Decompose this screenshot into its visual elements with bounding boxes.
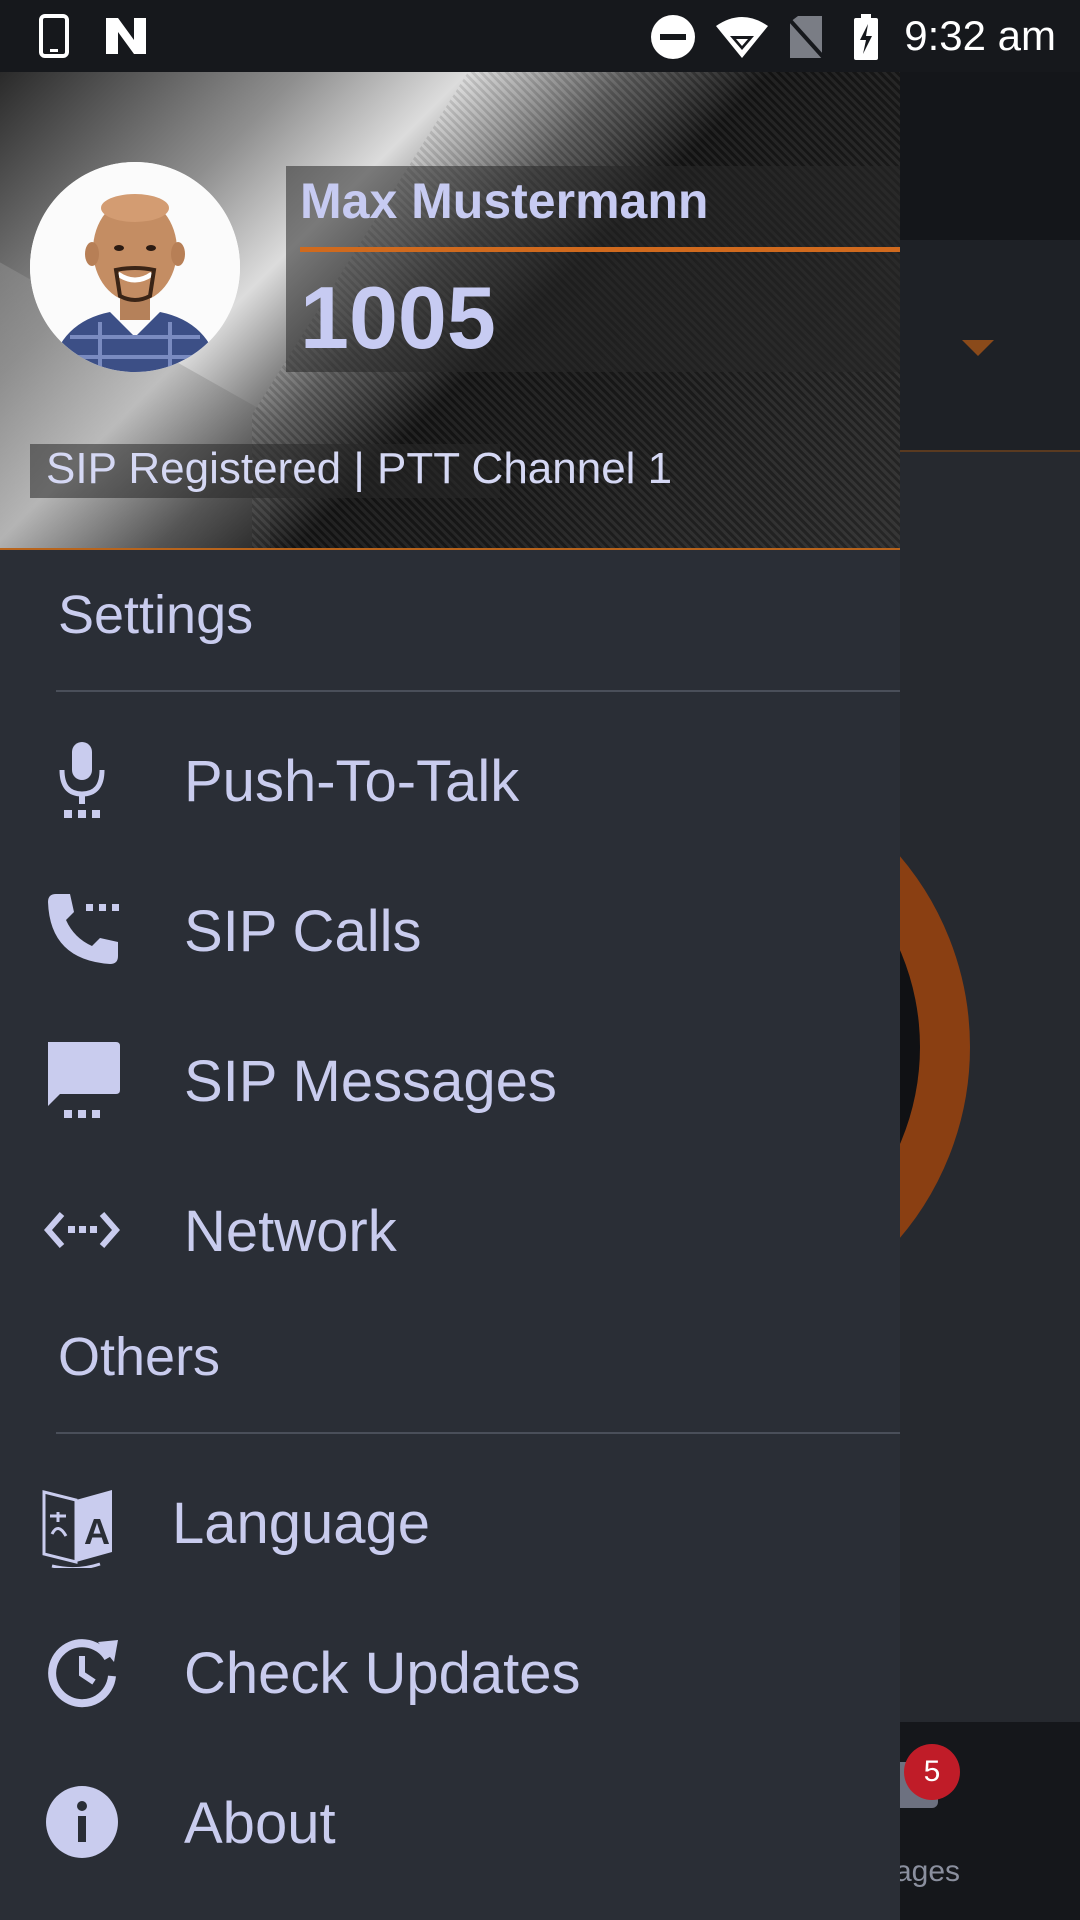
do-not-disturb-icon	[651, 15, 695, 59]
drawer-header: Max Mustermann 1005 SIP Registered | PTT…	[0, 72, 900, 550]
avatar[interactable]	[30, 162, 240, 372]
svg-text:A: A	[84, 1511, 110, 1552]
user-extension: 1005	[300, 268, 496, 367]
section-title-others: Others	[58, 1327, 221, 1387]
menu-item-sip-messages[interactable]: SIP Messages	[0, 1008, 900, 1148]
network-icon	[44, 1212, 120, 1248]
battery-charging-icon	[854, 14, 878, 60]
name-underline	[300, 247, 900, 252]
info-icon	[46, 1786, 118, 1858]
menu-item-check-updates[interactable]: Check Updates	[0, 1600, 900, 1740]
no-sim-icon	[788, 16, 824, 60]
microphone-icon	[59, 742, 105, 818]
menu-item-sip-calls[interactable]: SIP Calls	[0, 858, 900, 998]
translate-icon: A	[42, 1490, 112, 1568]
menu-item-label: Push-To-Talk	[184, 749, 520, 814]
menu-item-label: Network	[184, 1199, 397, 1264]
clock: 9:32 am	[904, 12, 1056, 59]
section-divider	[56, 1432, 900, 1434]
app-n-icon	[106, 18, 146, 54]
navigation-drawer: Max Mustermann 1005 SIP Registered | PTT…	[0, 72, 900, 1920]
user-name: Max Mustermann	[300, 173, 709, 229]
section-title-settings: Settings	[58, 585, 254, 645]
menu-item-label: About	[184, 1791, 336, 1856]
message-settings-icon	[48, 1042, 120, 1118]
phone-settings-icon	[48, 894, 119, 964]
menu-item-label: SIP Calls	[184, 899, 422, 964]
menu-item-language[interactable]: A Language	[0, 1450, 900, 1590]
update-icon	[48, 1639, 118, 1708]
registration-status: SIP Registered | PTT Channel 1	[46, 444, 673, 493]
menu-item-push-to-talk[interactable]: Push-To-Talk	[0, 708, 900, 848]
status-bar: 9:32 am	[0, 0, 1080, 72]
unread-badge: 5	[904, 1744, 960, 1800]
phone-icon	[39, 14, 69, 58]
menu-item-about[interactable]: About	[0, 1750, 900, 1890]
dropdown-caret-icon	[962, 340, 994, 356]
menu-item-network[interactable]: Network	[0, 1158, 900, 1298]
section-divider	[56, 690, 900, 692]
menu-item-label: Check Updates	[184, 1641, 581, 1706]
user-photo	[30, 162, 240, 372]
wifi-icon	[716, 17, 768, 58]
menu-item-label: Language	[172, 1491, 431, 1556]
menu-item-label: SIP Messages	[184, 1049, 557, 1114]
